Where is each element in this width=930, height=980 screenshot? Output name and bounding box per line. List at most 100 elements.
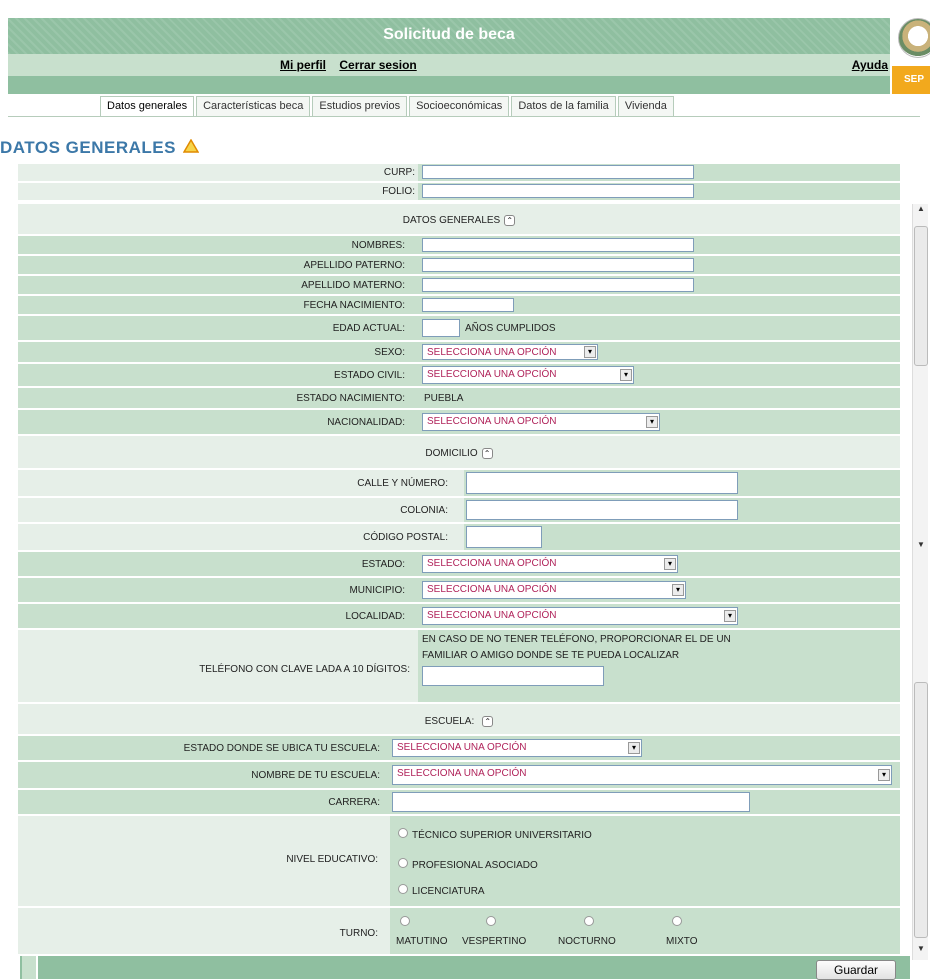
header-band (8, 76, 890, 94)
form-scrollbar[interactable]: ▲ ▼ ▼ (912, 204, 928, 960)
help-link[interactable]: Ayuda (852, 58, 888, 72)
dropdown-arrow-icon: ▾ (672, 584, 684, 596)
apellido-materno-input[interactable] (422, 278, 694, 292)
nombre-escuela-select-value: SELECCIONA UNA OPCIÓN (397, 768, 527, 779)
sexo-select-value: SELECCIONA UNA OPCIÓN (427, 347, 557, 358)
footer-left-cell (22, 956, 38, 979)
calle-row: CALLE Y NÚMERO: (18, 470, 900, 496)
domicilio-header: DOMICILIO ⌃ (18, 436, 900, 468)
logout-link[interactable]: Cerrar sesion (339, 58, 416, 72)
nacionalidad-label: NACIONALIDAD: (327, 417, 405, 428)
collapse-icon[interactable]: ⌃ (504, 215, 516, 226)
nivel-licenciatura-label: LICENCIATURA (412, 886, 485, 897)
fecha-nacimiento-row: FECHA NACIMIENTO: (18, 296, 900, 314)
nivel-profesional-asociado-radio[interactable] (398, 858, 408, 868)
turno-mixto-label: MIXTO (666, 936, 698, 947)
telefono-note-line1: EN CASO DE NO TENER TELÉFONO, PROPORCION… (422, 634, 731, 645)
nombre-escuela-select[interactable]: SELECCIONA UNA OPCIÓN ▾ (392, 765, 892, 785)
sexo-label: SEXO: (374, 347, 405, 358)
tab-datos-familia[interactable]: Datos de la familia (511, 96, 616, 116)
edad-input[interactable] (422, 319, 460, 337)
collapse-icon[interactable]: ⌃ (482, 716, 494, 727)
tab-caracteristicas-beca[interactable]: Características beca (196, 96, 311, 116)
municipio-select[interactable]: SELECCIONA UNA OPCIÓN ▾ (422, 581, 686, 599)
domicilio-heading-text: DOMICILIO (425, 448, 478, 459)
localidad-select-value: SELECCIONA UNA OPCIÓN (427, 610, 557, 621)
turno-mixto-radio[interactable] (672, 916, 682, 926)
carrera-input[interactable] (392, 792, 750, 812)
nav-links: Mi perfil Cerrar sesion (280, 58, 427, 72)
codigo-postal-label: CÓDIGO POSTAL: (363, 532, 448, 543)
colonia-input[interactable] (466, 500, 738, 520)
app-header: Solicitud de beca (8, 18, 890, 54)
estado-civil-row: ESTADO CIVIL: SELECCIONA UNA OPCIÓN ▾ (18, 364, 900, 386)
estado-select[interactable]: SELECCIONA UNA OPCIÓN ▾ (422, 555, 678, 573)
dropdown-arrow-icon: ▾ (878, 769, 890, 781)
turno-vespertino-radio[interactable] (486, 916, 496, 926)
apellido-materno-label: APELLIDO MATERNO: (301, 280, 405, 291)
estado-escuela-select[interactable]: SELECCIONA UNA OPCIÓN ▾ (392, 739, 642, 757)
folio-input[interactable] (422, 184, 694, 198)
fecha-nacimiento-input[interactable] (422, 298, 514, 312)
warning-icon (183, 139, 199, 153)
colonia-label: COLONIA: (400, 505, 448, 516)
codigo-postal-input[interactable] (466, 526, 542, 548)
curp-input[interactable] (422, 165, 694, 179)
nivel-educativo-label: NIVEL EDUCATIVO: (286, 854, 378, 865)
nombre-escuela-label: NOMBRE DE TU ESCUELA: (251, 770, 380, 781)
calle-input[interactable] (466, 472, 738, 494)
collapse-icon[interactable]: ⌃ (481, 448, 493, 459)
localidad-label: LOCALIDAD: (345, 611, 405, 622)
estado-nacimiento-label: ESTADO NACIMIENTO: (296, 393, 405, 404)
estado-row: ESTADO: SELECCIONA UNA OPCIÓN ▾ (18, 552, 900, 576)
apellido-paterno-input[interactable] (422, 258, 694, 272)
nacionalidad-select-value: SELECCIONA UNA OPCIÓN (427, 416, 557, 427)
curp-row: CURP: (18, 164, 900, 181)
dropdown-arrow-icon: ▾ (620, 369, 632, 381)
municipio-row: MUNICIPIO: SELECCIONA UNA OPCIÓN ▾ (18, 578, 900, 602)
apellido-materno-row: APELLIDO MATERNO: (18, 276, 900, 294)
my-profile-link[interactable]: Mi perfil (280, 58, 326, 72)
nivel-licenciatura-radio[interactable] (398, 884, 408, 894)
domicilio-heading: DOMICILIO ⌃ (18, 448, 900, 459)
telefono-row: TELÉFONO CON CLAVE LADA A 10 DÍGITOS: EN… (18, 630, 900, 702)
dropdown-arrow-icon: ▾ (628, 742, 640, 754)
localidad-select[interactable]: SELECCIONA UNA OPCIÓN ▾ (422, 607, 738, 625)
telefono-note-line2: FAMILIAR O AMIGO DONDE SE TE PUEDA LOCAL… (422, 650, 680, 661)
tab-datos-generales[interactable]: Datos generales (100, 96, 195, 116)
sexo-row: SEXO: SELECCIONA UNA OPCIÓN ▾ (18, 342, 900, 362)
turno-nocturno-radio[interactable] (584, 916, 594, 926)
tab-estudios-previos[interactable]: Estudios previos (312, 96, 408, 116)
telefono-input[interactable] (422, 666, 604, 686)
estado-civil-select[interactable]: SELECCIONA UNA OPCIÓN ▾ (422, 366, 634, 384)
dropdown-arrow-icon: ▾ (584, 346, 596, 358)
turno-vespertino-label: VESPERTINO (462, 936, 527, 947)
carrera-label: CARRERA: (328, 797, 380, 808)
calle-label: CALLE Y NÚMERO: (357, 478, 448, 489)
nivel-profesional-asociado-label: PROFESIONAL ASOCIADO (412, 860, 538, 871)
tab-socioeconomicas[interactable]: Socioeconómicas (409, 96, 510, 116)
estado-label: ESTADO: (361, 559, 405, 570)
scroll-down-arrow-icon[interactable]: ▼ (913, 944, 929, 958)
codigo-postal-row: CÓDIGO POSTAL: (18, 524, 900, 550)
scroll-up-arrow-icon[interactable]: ▲ (913, 204, 929, 218)
estado-civil-select-value: SELECCIONA UNA OPCIÓN (427, 369, 557, 380)
nivel-tsu-label: TÉCNICO SUPERIOR UNIVERSITARIO (412, 830, 592, 841)
nombres-input[interactable] (422, 238, 694, 252)
nacionalidad-select[interactable]: SELECCIONA UNA OPCIÓN ▾ (422, 413, 660, 431)
tab-vivienda[interactable]: Vivienda (617, 96, 674, 116)
personal-data-header: DATOS GENERALES ⌃ (18, 204, 900, 234)
estado-escuela-label: ESTADO DONDE SE UBICA TU ESCUELA: (183, 743, 380, 754)
dropdown-arrow-icon: ▾ (664, 558, 676, 570)
scroll-down-arrow-icon[interactable]: ▼ (913, 540, 929, 554)
escuela-heading: ESCUELA: ⌃ (18, 716, 900, 727)
estado-escuela-select-value: SELECCIONA UNA OPCIÓN (397, 742, 527, 753)
municipio-label: MUNICIPIO: (349, 585, 405, 596)
sexo-select[interactable]: SELECCIONA UNA OPCIÓN ▾ (422, 344, 598, 360)
scrollbar-thumb-lower[interactable] (914, 682, 928, 938)
tabs-divider (8, 116, 920, 117)
scrollbar-thumb[interactable] (914, 226, 928, 366)
turno-matutino-radio[interactable] (400, 916, 410, 926)
nivel-tsu-radio[interactable] (398, 828, 408, 838)
save-button[interactable]: Guardar (816, 960, 896, 980)
